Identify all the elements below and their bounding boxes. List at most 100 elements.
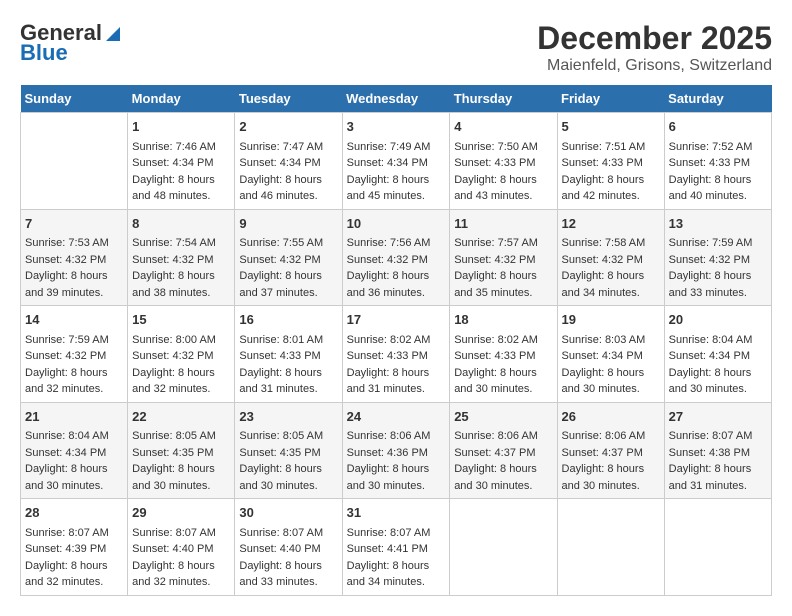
day-info-line: and 30 minutes. xyxy=(454,478,552,495)
day-info-line: Sunset: 4:33 PM xyxy=(562,155,660,172)
day-number: 29 xyxy=(132,503,230,523)
day-info-line: Sunset: 4:32 PM xyxy=(25,252,123,269)
day-info-line: Sunrise: 7:54 AM xyxy=(132,235,230,252)
day-info-line: Sunset: 4:32 PM xyxy=(669,252,767,269)
logo-triangle-icon xyxy=(104,25,122,43)
day-number: 23 xyxy=(239,407,337,427)
day-number: 17 xyxy=(347,310,446,330)
weekday-header: Sunday xyxy=(21,85,128,113)
day-info-line: Sunrise: 7:49 AM xyxy=(347,139,446,156)
day-number: 1 xyxy=(132,117,230,137)
weekday-header-row: SundayMondayTuesdayWednesdayThursdayFrid… xyxy=(21,85,772,113)
day-info-line: and 32 minutes. xyxy=(25,381,123,398)
logo-blue-text: Blue xyxy=(20,40,68,66)
day-info-line: and 35 minutes. xyxy=(454,285,552,302)
weekday-header: Saturday xyxy=(664,85,771,113)
day-info-line: Daylight: 8 hours xyxy=(454,268,552,285)
day-info-line: Sunset: 4:40 PM xyxy=(239,541,337,558)
calendar-cell: 17Sunrise: 8:02 AMSunset: 4:33 PMDayligh… xyxy=(342,306,450,403)
calendar-cell: 15Sunrise: 8:00 AMSunset: 4:32 PMDayligh… xyxy=(128,306,235,403)
day-info-line: Sunset: 4:35 PM xyxy=(132,445,230,462)
day-info-line: Sunrise: 8:06 AM xyxy=(454,428,552,445)
day-info-line: Daylight: 8 hours xyxy=(132,558,230,575)
day-info-line: Sunrise: 8:06 AM xyxy=(347,428,446,445)
day-info-line: Sunrise: 8:06 AM xyxy=(562,428,660,445)
day-number: 21 xyxy=(25,407,123,427)
day-info-line: Sunrise: 7:58 AM xyxy=(562,235,660,252)
day-info-line: Daylight: 8 hours xyxy=(562,365,660,382)
day-info-line: and 45 minutes. xyxy=(347,188,446,205)
day-info-line: Sunrise: 7:59 AM xyxy=(25,332,123,349)
calendar-cell: 18Sunrise: 8:02 AMSunset: 4:33 PMDayligh… xyxy=(450,306,557,403)
day-info-line: and 32 minutes. xyxy=(132,574,230,591)
day-info-line: and 39 minutes. xyxy=(25,285,123,302)
day-info-line: and 30 minutes. xyxy=(239,478,337,495)
day-info-line: Daylight: 8 hours xyxy=(132,268,230,285)
day-info-line: Sunrise: 7:57 AM xyxy=(454,235,552,252)
calendar-cell: 2Sunrise: 7:47 AMSunset: 4:34 PMDaylight… xyxy=(235,113,342,210)
day-info-line: Daylight: 8 hours xyxy=(239,268,337,285)
day-number: 4 xyxy=(454,117,552,137)
calendar-cell: 28Sunrise: 8:07 AMSunset: 4:39 PMDayligh… xyxy=(21,499,128,596)
day-info-line: Daylight: 8 hours xyxy=(454,461,552,478)
day-number: 9 xyxy=(239,214,337,234)
day-info-line: Sunset: 4:37 PM xyxy=(454,445,552,462)
calendar-cell xyxy=(664,499,771,596)
day-info-line: Sunset: 4:34 PM xyxy=(562,348,660,365)
title-block: December 2025 Maienfeld, Grisons, Switze… xyxy=(537,20,772,75)
day-info-line: Sunset: 4:32 PM xyxy=(132,348,230,365)
day-info-line: and 30 minutes. xyxy=(562,381,660,398)
day-info-line: Sunrise: 8:05 AM xyxy=(239,428,337,445)
weekday-header: Tuesday xyxy=(235,85,342,113)
day-info-line: and 30 minutes. xyxy=(25,478,123,495)
day-number: 25 xyxy=(454,407,552,427)
day-number: 20 xyxy=(669,310,767,330)
day-info-line: and 48 minutes. xyxy=(132,188,230,205)
calendar-cell xyxy=(557,499,664,596)
day-info-line: and 40 minutes. xyxy=(669,188,767,205)
calendar-cell: 11Sunrise: 7:57 AMSunset: 4:32 PMDayligh… xyxy=(450,209,557,306)
calendar-cell: 14Sunrise: 7:59 AMSunset: 4:32 PMDayligh… xyxy=(21,306,128,403)
day-info-line: Sunrise: 7:47 AM xyxy=(239,139,337,156)
day-info-line: Sunset: 4:32 PM xyxy=(25,348,123,365)
day-info-line: Sunrise: 8:07 AM xyxy=(239,525,337,542)
day-info-line: Sunset: 4:33 PM xyxy=(454,155,552,172)
day-info-line: Daylight: 8 hours xyxy=(669,461,767,478)
calendar-cell: 7Sunrise: 7:53 AMSunset: 4:32 PMDaylight… xyxy=(21,209,128,306)
calendar-cell: 29Sunrise: 8:07 AMSunset: 4:40 PMDayligh… xyxy=(128,499,235,596)
day-info-line: Daylight: 8 hours xyxy=(25,365,123,382)
day-info-line: and 30 minutes. xyxy=(669,381,767,398)
day-info-line: Sunrise: 8:05 AM xyxy=(132,428,230,445)
day-info-line: Daylight: 8 hours xyxy=(669,365,767,382)
day-number: 18 xyxy=(454,310,552,330)
day-info-line: Sunrise: 8:07 AM xyxy=(25,525,123,542)
day-number: 13 xyxy=(669,214,767,234)
day-info-line: and 34 minutes. xyxy=(562,285,660,302)
day-info-line: and 30 minutes. xyxy=(347,478,446,495)
calendar-cell: 8Sunrise: 7:54 AMSunset: 4:32 PMDaylight… xyxy=(128,209,235,306)
calendar-week-row: 21Sunrise: 8:04 AMSunset: 4:34 PMDayligh… xyxy=(21,402,772,499)
calendar-table: SundayMondayTuesdayWednesdayThursdayFrid… xyxy=(20,85,772,596)
day-info-line: and 42 minutes. xyxy=(562,188,660,205)
calendar-cell: 27Sunrise: 8:07 AMSunset: 4:38 PMDayligh… xyxy=(664,402,771,499)
day-info-line: Daylight: 8 hours xyxy=(132,461,230,478)
calendar-cell: 10Sunrise: 7:56 AMSunset: 4:32 PMDayligh… xyxy=(342,209,450,306)
day-info-line: and 32 minutes. xyxy=(25,574,123,591)
calendar-cell: 26Sunrise: 8:06 AMSunset: 4:37 PMDayligh… xyxy=(557,402,664,499)
calendar-week-row: 7Sunrise: 7:53 AMSunset: 4:32 PMDaylight… xyxy=(21,209,772,306)
calendar-cell: 16Sunrise: 8:01 AMSunset: 4:33 PMDayligh… xyxy=(235,306,342,403)
day-info-line: and 34 minutes. xyxy=(347,574,446,591)
day-info-line: Sunset: 4:32 PM xyxy=(562,252,660,269)
calendar-week-row: 14Sunrise: 7:59 AMSunset: 4:32 PMDayligh… xyxy=(21,306,772,403)
calendar-week-row: 28Sunrise: 8:07 AMSunset: 4:39 PMDayligh… xyxy=(21,499,772,596)
calendar-cell: 1Sunrise: 7:46 AMSunset: 4:34 PMDaylight… xyxy=(128,113,235,210)
day-info-line: Daylight: 8 hours xyxy=(132,365,230,382)
calendar-cell: 23Sunrise: 8:05 AMSunset: 4:35 PMDayligh… xyxy=(235,402,342,499)
calendar-cell xyxy=(450,499,557,596)
day-info-line: Sunset: 4:33 PM xyxy=(669,155,767,172)
day-info-line: Sunrise: 7:59 AM xyxy=(669,235,767,252)
day-info-line: Daylight: 8 hours xyxy=(562,172,660,189)
calendar-cell: 24Sunrise: 8:06 AMSunset: 4:36 PMDayligh… xyxy=(342,402,450,499)
day-info-line: Sunrise: 8:01 AM xyxy=(239,332,337,349)
day-info-line: and 30 minutes. xyxy=(132,478,230,495)
